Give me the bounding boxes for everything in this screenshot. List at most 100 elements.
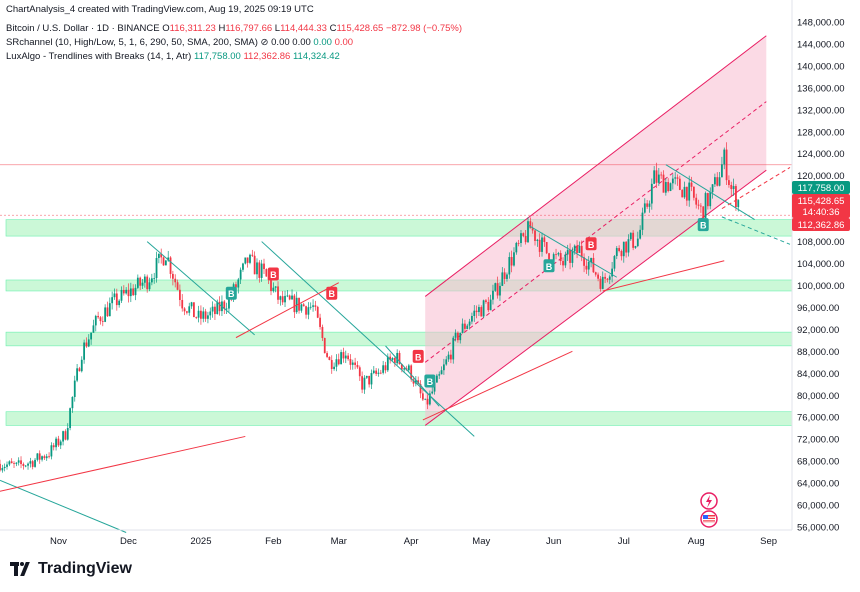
price-tick-label: 124,000.00 [797,149,845,160]
candle-body [115,293,118,306]
upper-price-text: 117,758.00 [798,183,845,194]
price-tick-label: 96,000.00 [797,303,839,314]
candle-body [319,317,321,327]
candle-body [139,277,142,286]
candle-body [699,205,702,207]
candle-body [426,398,429,405]
month-label: Apr [404,536,419,547]
candle-body [706,193,709,207]
candle-body [193,302,195,318]
candle-body [690,182,693,187]
price-tick-label: 104,000.00 [797,259,845,270]
candle-body [83,342,86,360]
month-label: Jul [618,536,630,547]
candle-body [555,254,557,255]
candle-body [281,296,284,303]
brand-name: TradingView [38,560,132,577]
candle-body [316,306,319,318]
candle-body [695,197,698,205]
candle-body [143,276,146,283]
candle-body [576,245,578,253]
candle-body [461,323,464,333]
candle-body [485,300,487,302]
candle-body [335,359,338,367]
candle-body [716,177,719,186]
candle-body [379,372,382,374]
us-flag-icon[interactable] [700,510,718,528]
month-label: Nov [50,536,67,547]
candle-body [101,321,104,322]
break-label-text-1: B [270,270,277,280]
candle-body [162,257,165,266]
candle-body [622,241,625,257]
candle-body [557,253,560,255]
candle-body [174,278,177,283]
candle-body [721,164,723,178]
candle-body [94,315,97,326]
candle-body [200,310,202,319]
candle-body [730,184,733,190]
candle-body [587,262,590,270]
candle-body [256,262,258,275]
candle-body [38,453,41,460]
candle-body [410,365,413,380]
candle-body [340,352,342,365]
candle-body [328,356,331,361]
candle-body [566,250,569,255]
price-tick-label: 80,000.00 [797,391,839,402]
candle-body [732,186,735,190]
candle-body [92,325,95,333]
candle-body [312,305,314,307]
candle-body [80,359,83,372]
candle-body [370,373,373,385]
candle-body [270,280,272,292]
candle-body [330,360,333,370]
candle-body [457,332,459,341]
candle-body [543,237,546,243]
break-label-text-5: B [546,262,553,272]
candle-body [424,398,427,400]
candle-body [183,308,186,312]
price-chart[interactable]: B B B B B B B B 56,000.00 60,000.00 64,000.00 68,0… [0,0,860,592]
candle-body [520,233,522,244]
candle-body [671,178,674,184]
month-label: 2025 [190,536,211,547]
candle-body [146,276,149,290]
candle-body [106,307,109,317]
tradingview-logo[interactable]: TradingView [10,560,132,578]
countdown-text: 14:40:36 [803,207,840,218]
candle-body [692,186,695,198]
candle-body [22,464,25,466]
candle-body [169,257,172,274]
candle-body [272,287,275,292]
candle-body [471,315,473,322]
candle-body [52,445,55,448]
candle-body [204,311,207,319]
price-tick-label: 140,000.00 [797,61,845,72]
candle-body [326,353,328,357]
candle-body [714,177,716,185]
candle-body [188,306,191,313]
candle-body [274,286,277,288]
flash-icon[interactable] [700,492,718,510]
candle-body [674,177,677,179]
month-label: Dec [120,536,137,547]
candle-body [171,273,174,279]
candle-body [153,278,156,279]
candle-body [59,441,62,446]
candle-body [15,462,18,464]
candle-body [48,456,50,458]
candle-body [657,174,660,183]
candle-body [615,248,618,257]
candle-body [87,339,90,347]
candle-body [263,263,265,270]
candle-body [0,463,1,471]
candle-body [503,272,506,279]
candle-body [454,332,457,338]
candle-body [337,359,340,365]
candle-body [251,254,254,256]
price-tick-label: 56,000.00 [797,523,839,534]
month-label: Jun [546,536,561,547]
candle-body [604,276,606,279]
candle-body [76,368,78,381]
